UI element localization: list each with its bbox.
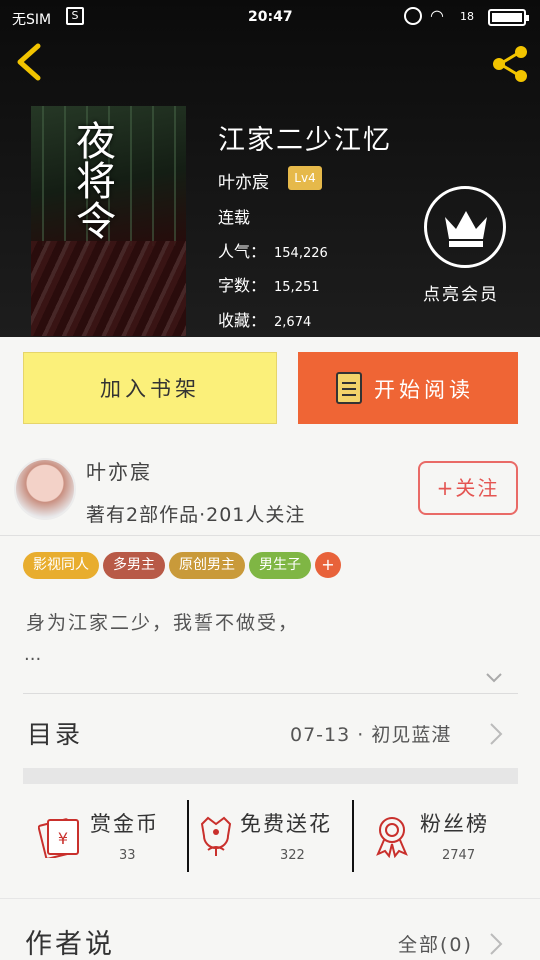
cover-title: 夜将令 — [69, 120, 115, 240]
battery-icon — [488, 9, 529, 26]
author-summary: 著有2部作品·201人关注 — [86, 504, 306, 526]
words-value: 15,251 — [274, 280, 320, 295]
tag-item[interactable]: 男生子 — [249, 552, 311, 579]
tag-item[interactable]: 多男主 — [103, 552, 165, 579]
send-flower-button[interactable]: 免费送花 322 — [194, 800, 352, 872]
chevron-down-icon[interactable] — [484, 668, 504, 688]
tag-item[interactable]: 原创男主 — [169, 552, 245, 579]
author-notes-title[interactable]: 作者说 — [25, 922, 115, 960]
start-reading-label: 开始阅读 — [374, 378, 474, 402]
book-status: 连载 — [218, 208, 251, 227]
toc-latest-chapter[interactable]: 07-13 · 初见蓝湛 — [290, 720, 451, 747]
follow-button[interactable]: +关注 — [418, 461, 518, 515]
words-label: 字数： — [218, 276, 267, 295]
stat-label: 粉丝榜 — [420, 812, 489, 836]
red-envelope-icon: ¥ — [37, 814, 82, 860]
section-gap — [23, 768, 518, 784]
stat-value: 322 — [280, 848, 305, 863]
cover-stripes — [31, 241, 186, 336]
description-ellipsis: ... — [24, 644, 42, 665]
svg-text:¥: ¥ — [58, 829, 68, 848]
book-author[interactable]: 叶亦宸 — [218, 168, 269, 193]
battery-percent: 18 — [460, 10, 474, 23]
carrier-text: 无SIM — [12, 12, 52, 28]
flower-icon — [194, 814, 238, 858]
book-description: 身为江家二少，我誓不做受， — [26, 612, 300, 634]
stat-value: 2747 — [442, 848, 476, 863]
status-bar: 无SIM S 20:47 ◠ 18 — [0, 0, 540, 36]
divider — [187, 800, 189, 872]
book-header: 无SIM S 20:47 ◠ 18 夜将令 江家二少江忆 叶亦宸 Lv4 连载 … — [0, 0, 540, 337]
stat-label: 免费送花 — [240, 812, 332, 836]
book-favorites: 收藏： 2,674 — [218, 307, 311, 331]
tag-item[interactable]: 影视同人 — [23, 552, 99, 579]
toc-label[interactable]: 目录 — [27, 715, 83, 751]
screenshot-icon: S — [66, 7, 84, 25]
divider — [0, 535, 540, 536]
vip-crown-button[interactable] — [424, 186, 506, 268]
author-avatar[interactable] — [14, 458, 76, 520]
book-cover[interactable]: 夜将令 — [31, 106, 186, 336]
divider — [23, 693, 518, 694]
divider — [352, 800, 354, 872]
more-tags-button[interactable]: + — [315, 552, 341, 578]
chevron-right-icon[interactable] — [488, 721, 504, 747]
author-notes-count[interactable]: 全部(0) — [398, 930, 473, 957]
alarm-icon — [404, 7, 422, 25]
vip-label[interactable]: 点亮会员 — [423, 280, 499, 305]
favorites-label: 收藏： — [218, 311, 267, 330]
clock: 20:47 — [248, 9, 293, 25]
popularity-value: 154,226 — [274, 246, 328, 261]
popularity-label: 人气： — [218, 242, 267, 261]
author-level-badge: Lv4 — [288, 166, 322, 190]
favorites-value: 2,674 — [274, 315, 312, 330]
stat-value: 33 — [119, 848, 136, 863]
fan-ranking-button[interactable]: 粉丝榜 2747 — [370, 800, 510, 872]
start-reading-button[interactable]: 开始阅读 — [298, 352, 518, 424]
stat-label: 赏金币 — [90, 812, 159, 836]
book-title: 江家二少江忆 — [218, 125, 392, 156]
book-word-count: 字数： 15,251 — [218, 272, 320, 296]
author-name[interactable]: 叶亦宸 — [86, 456, 152, 485]
chevron-right-icon[interactable] — [488, 931, 504, 957]
divider — [0, 898, 540, 899]
tag-list: 影视同人 多男主 原创男主 男生子 + — [23, 552, 345, 580]
back-icon[interactable] — [14, 42, 54, 82]
book-popularity: 人气： 154,226 — [218, 238, 328, 262]
crown-icon — [445, 211, 487, 247]
wifi-icon: ◠ — [430, 6, 444, 25]
add-to-shelf-button[interactable]: 加入书架 — [23, 352, 277, 424]
share-icon[interactable] — [490, 44, 532, 84]
book-icon — [336, 372, 362, 404]
ribbon-medal-icon — [370, 814, 414, 859]
tip-coins-button[interactable]: ¥ 赏金币 33 — [37, 800, 168, 872]
